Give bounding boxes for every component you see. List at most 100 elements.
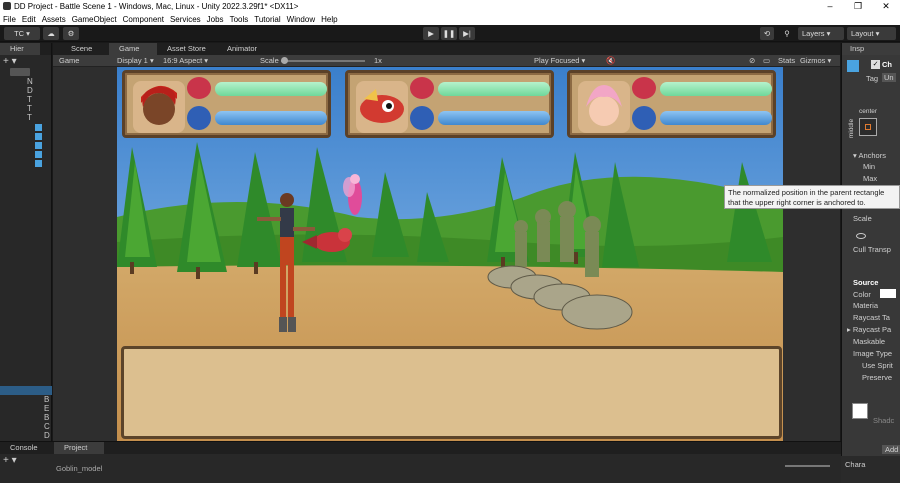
frame-debugger-icon[interactable]: ⊘ (749, 55, 755, 67)
tab-inspector[interactable]: Insp (842, 43, 900, 55)
tab-asset-store-label: Asset Store (167, 44, 206, 53)
tab-project[interactable]: Project (54, 442, 104, 454)
tab-hierarchy-label: Hier (10, 44, 24, 53)
zoom-slider[interactable] (785, 465, 830, 467)
health-heart-icon (187, 77, 211, 99)
anchor-center-label: center (859, 108, 878, 115)
raycast-target-label: Raycast Ta (853, 313, 890, 322)
game-mode-label: Game (59, 56, 80, 65)
game-mode-dropdown[interactable]: Game (59, 55, 79, 67)
gizmos-label: Gizmos (800, 56, 826, 65)
sprite-preview (852, 403, 868, 419)
hierarchy-row[interactable]: T (18, 113, 48, 122)
raycast-padding-label[interactable]: ▸ Raycast Pa (847, 325, 891, 334)
menu-services[interactable]: Services (170, 15, 201, 24)
active-checkbox[interactable]: ✓ (871, 60, 880, 69)
prefab-icon (35, 160, 42, 167)
pause-button[interactable]: ❚❚ (441, 27, 457, 40)
display-dropdown[interactable]: Display 1 ▾ (117, 55, 154, 67)
window-title: DD Project - Battle Scene 1 - Windows, M… (14, 2, 299, 11)
source-image-label: Source (853, 278, 879, 287)
layers-dropdown[interactable]: Layers ▾ (798, 27, 844, 40)
account-button[interactable]: TC ▾ (4, 27, 40, 40)
hierarchy-row[interactable]: T (18, 95, 48, 104)
menu-jobs[interactable]: Jobs (207, 15, 224, 24)
scale-field-label: Scale (853, 214, 872, 223)
tag-dropdown[interactable]: Un (882, 73, 896, 82)
tab-scene[interactable]: Scene (61, 43, 109, 55)
menu-component[interactable]: Component (123, 15, 164, 24)
hierarchy-selected-row[interactable] (0, 386, 52, 395)
bottom-tabbar: Console Project (0, 442, 841, 454)
project-item[interactable]: Goblin_model (56, 464, 102, 473)
gizmos-dropdown[interactable]: Gizmos ▾ (800, 55, 831, 67)
menu-file[interactable]: File (3, 15, 16, 24)
gizmo-toggle-icon[interactable]: ▭ (763, 55, 770, 67)
search-icon[interactable]: ⚲ (780, 27, 794, 40)
tab-console-label: Console (10, 443, 38, 452)
hierarchy-row[interactable]: T (18, 104, 48, 113)
scale-value: 1x (374, 56, 382, 65)
hierarchy-scene-row[interactable] (10, 68, 30, 76)
scale-slider-handle[interactable] (281, 57, 288, 64)
cloud-button[interactable]: ☁ (43, 27, 59, 40)
project-add-button[interactable]: + ▾ (3, 455, 17, 466)
inspector-footer-label: Chara (845, 460, 866, 469)
layout-dropdown[interactable]: Layout ▾ (847, 27, 896, 40)
anchor-preset-button[interactable] (859, 118, 877, 136)
tab-console[interactable]: Console (0, 442, 50, 454)
prefab-icon (35, 133, 42, 140)
preserve-aspect-label: Preserve (862, 373, 893, 382)
dragon-health-bar (438, 82, 550, 96)
tab-animator[interactable]: Animator (217, 43, 273, 55)
menu-window[interactable]: Window (287, 15, 315, 24)
collab-settings-button[interactable]: ⚙ (63, 27, 79, 40)
add-component-button[interactable]: Add (882, 445, 900, 454)
menu-tutorial[interactable]: Tutorial (254, 15, 280, 24)
cull-transparent-label: Cull Transp (853, 245, 891, 254)
tab-hierarchy[interactable]: Hier (0, 43, 40, 55)
anchors-foldout[interactable]: ▾ Anchors (853, 151, 886, 160)
menu-assets[interactable]: Assets (42, 15, 66, 24)
tab-game-label: Game (119, 44, 140, 53)
game-view-toolbar: Game Display 1 ▾ 16:9 Aspect ▾ Scale 1x … (53, 55, 840, 67)
menu-tools[interactable]: Tools (230, 15, 249, 24)
maximize-button[interactable]: ❐ (844, 0, 872, 13)
stats-button[interactable]: Stats (778, 55, 795, 67)
dialog-box (121, 346, 782, 439)
gameobject-name[interactable]: Ch (882, 60, 892, 69)
play-button[interactable]: ▶ (423, 27, 439, 40)
scale-slider[interactable] (281, 57, 365, 64)
hierarchy-row[interactable]: B (18, 395, 49, 404)
hierarchy-row-label: E (44, 404, 50, 413)
history-icon[interactable]: ⟲ (760, 27, 774, 40)
menu-help[interactable]: Help (321, 15, 337, 24)
hierarchy-add-button[interactable]: + ▾ (3, 56, 17, 67)
hierarchy-row[interactable]: D (18, 431, 50, 440)
fairy-health-bar (660, 82, 772, 96)
tab-asset-store[interactable]: Asset Store (157, 43, 215, 55)
anchor-min-label: Min (863, 162, 876, 171)
anchor-preset-icon (865, 124, 871, 130)
raycast-padding-text: Raycast Pa (852, 325, 892, 334)
hierarchy-row[interactable]: C (18, 422, 50, 431)
hierarchy-row[interactable]: E (18, 404, 50, 413)
step-button[interactable]: ▶| (459, 27, 475, 40)
hero-face-icon (141, 85, 177, 125)
minimize-button[interactable]: – (816, 0, 844, 13)
hierarchy-row[interactable]: N (18, 77, 48, 86)
aspect-dropdown[interactable]: 16:9 Aspect ▾ (163, 55, 208, 67)
hierarchy-panel: Hier + ▾ N D T T T B E B C D (0, 43, 52, 441)
hierarchy-row[interactable]: D (18, 86, 48, 95)
tab-game[interactable]: Game (109, 43, 157, 55)
mana-potion-icon (410, 106, 434, 130)
fairy-face-icon (586, 85, 622, 126)
close-button[interactable]: ✕ (872, 0, 900, 13)
prefab-icon (35, 151, 42, 158)
menu-gameobject[interactable]: GameObject (72, 15, 117, 24)
mute-audio-icon[interactable]: 🔇 (606, 55, 615, 67)
color-swatch[interactable] (880, 289, 896, 298)
hierarchy-row[interactable]: B (18, 413, 49, 422)
menu-edit[interactable]: Edit (22, 15, 36, 24)
play-focused-dropdown[interactable]: Play Focused ▾ (534, 55, 585, 67)
